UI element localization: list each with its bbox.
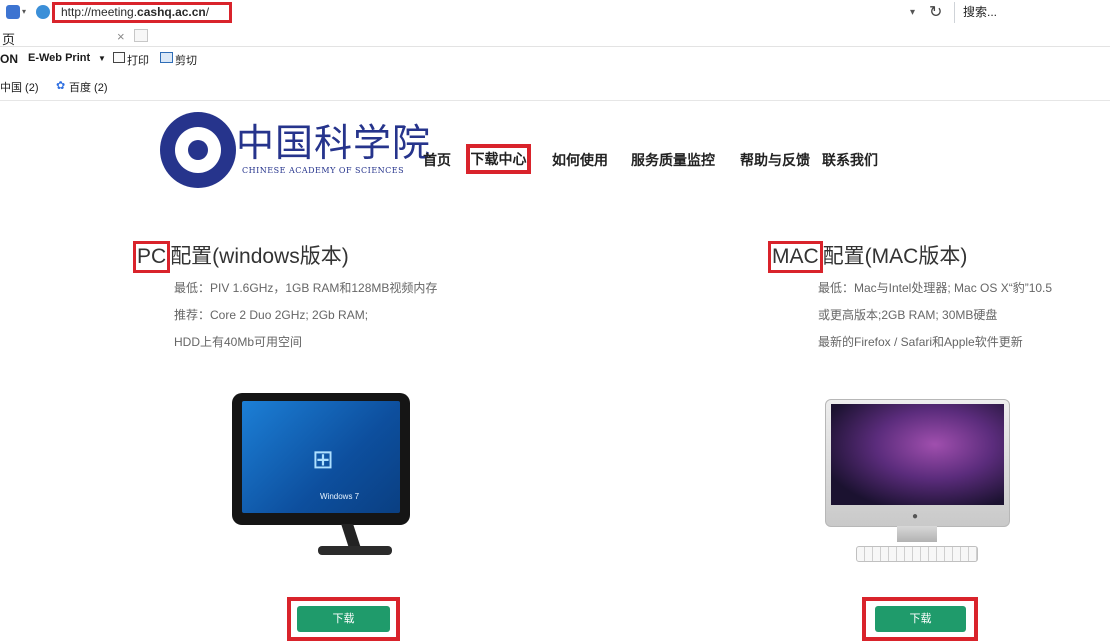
apple-logo-icon: ● bbox=[912, 511, 919, 522]
nav-item-download-center[interactable]: 下载中心 bbox=[466, 144, 531, 174]
pc-recommended-spec: 推荐：Core 2 Duo 2GHz; 2Gb RAM; bbox=[174, 308, 369, 322]
mac-min-spec: 最低：Mac与Intel处理器; Mac OS X“豹”10.5 bbox=[818, 281, 1053, 295]
favorites-bar bbox=[0, 72, 1110, 101]
windows-logo-icon: ⊞ bbox=[312, 444, 334, 474]
url-prefix: http://meeting. bbox=[61, 5, 138, 19]
mac-update-spec: 最新的Firefox / Safari和Apple软件更新 bbox=[818, 335, 1023, 349]
nav-item-contact-us[interactable]: 联系我们 bbox=[822, 150, 878, 170]
history-dropdown-icon[interactable]: ▾ bbox=[22, 7, 26, 16]
mac-screen bbox=[831, 404, 1004, 505]
favorite-link[interactable]: 中国 (2) bbox=[0, 79, 39, 95]
pc-config-title: PC 配置(windows版本) bbox=[133, 240, 349, 273]
pc-min-spec: 最低：PIV 1.6GHz，1GB RAM和128MB视频内存 bbox=[174, 281, 438, 295]
favorite-link[interactable]: 百度 (2) bbox=[69, 79, 108, 95]
print-button[interactable]: 打印 bbox=[127, 52, 149, 68]
windows-screen-label: Windows 7 bbox=[320, 492, 360, 501]
new-tab-icon[interactable] bbox=[134, 29, 148, 42]
ie-page-icon bbox=[36, 5, 50, 19]
pc-hdd-spec: HDD上有40Mb可用空间 bbox=[174, 335, 303, 349]
logo-chinese-text[interactable]: 中国科学院 bbox=[236, 112, 431, 167]
back-button-icon[interactable] bbox=[6, 5, 20, 19]
mac-keyboard bbox=[856, 546, 978, 562]
eweb-print-button[interactable]: E-Web Print bbox=[28, 52, 90, 64]
cas-logo-emblem-icon[interactable] bbox=[160, 112, 236, 188]
eweb-dropdown-icon[interactable]: ▼ bbox=[98, 54, 106, 63]
mac-title-highlight: MAC bbox=[768, 241, 823, 273]
url-suffix: / bbox=[205, 5, 210, 19]
address-dropdown-icon[interactable]: ▾ bbox=[910, 7, 915, 18]
pc-title-highlight: PC bbox=[133, 241, 171, 273]
mac-config-title: MAC 配置(MAC版本) bbox=[768, 240, 967, 273]
command-on-label[interactable]: ON bbox=[0, 52, 18, 66]
mac-title-text: 配置(MAC版本) bbox=[822, 245, 968, 268]
pc-download-button[interactable]: 下载 bbox=[297, 606, 390, 632]
mac-version-spec: 或更高版本;2GB RAM; 30MB硬盘 bbox=[818, 308, 998, 322]
tab-row bbox=[0, 27, 1110, 47]
print-icon[interactable] bbox=[113, 52, 125, 63]
cut-button[interactable]: 剪切 bbox=[175, 52, 197, 68]
refresh-icon[interactable]: ↻ bbox=[929, 2, 942, 22]
pc-stand bbox=[341, 524, 361, 548]
pc-title-text: 配置(windows版本) bbox=[170, 245, 349, 268]
pc-download-highlight: 下载 bbox=[287, 597, 400, 641]
close-tab-icon[interactable]: × bbox=[117, 29, 125, 44]
address-input[interactable]: http://meeting.cashq.ac.cn/ bbox=[52, 2, 232, 23]
nav-item-home[interactable]: 首页 bbox=[423, 150, 451, 170]
search-input[interactable]: 搜索... bbox=[954, 2, 1110, 23]
mac-download-highlight: 下载 bbox=[862, 597, 978, 641]
logo-english-text: CHINESE ACADEMY OF SCIENCES bbox=[242, 166, 405, 175]
baidu-paw-icon: ✿ bbox=[56, 80, 66, 92]
cut-icon[interactable] bbox=[160, 52, 173, 63]
pc-stand-base bbox=[318, 546, 392, 555]
url-host: cashq.ac.cn bbox=[137, 5, 206, 19]
nav-item-quality-monitoring[interactable]: 服务质量监控 bbox=[631, 150, 715, 170]
nav-item-how-to-use[interactable]: 如何使用 bbox=[552, 150, 608, 170]
mac-download-button[interactable]: 下载 bbox=[875, 606, 966, 632]
nav-item-help-feedback[interactable]: 帮助与反馈 bbox=[740, 150, 810, 170]
mac-stand bbox=[897, 526, 937, 542]
